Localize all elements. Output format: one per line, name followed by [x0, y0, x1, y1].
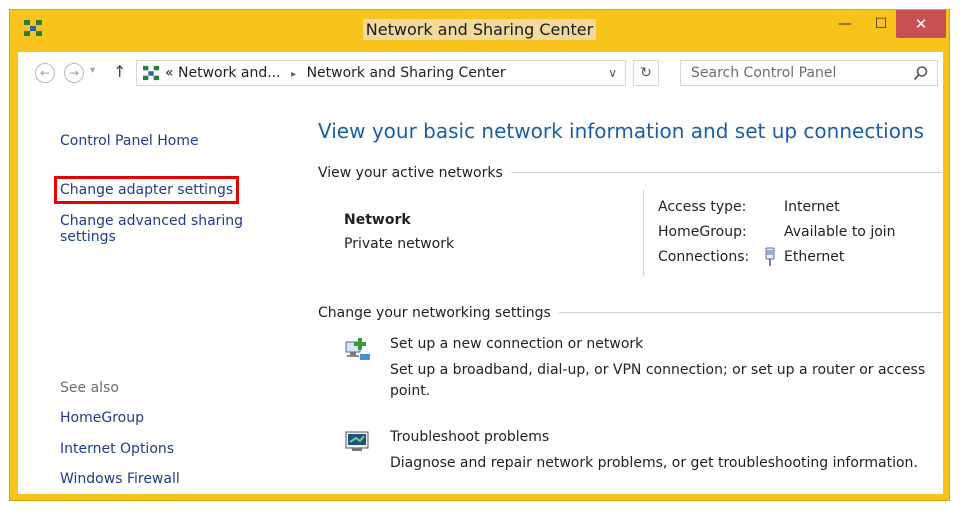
address-bar[interactable]: « Network and... ▸ Network and Sharing C…: [136, 60, 626, 86]
access-type-value: Internet: [784, 199, 840, 215]
sidebar-item-change-adapter-settings[interactable]: Change adapter settings: [53, 176, 240, 204]
task-new-connection-desc: point.: [390, 383, 431, 399]
window-title: Network and Sharing Center: [10, 19, 949, 40]
sidebar-item-internet-options[interactable]: Internet Options: [60, 441, 174, 457]
ethernet-link[interactable]: Ethernet: [784, 249, 844, 265]
breadcrumb: « Network and... ▸ Network and Sharing C…: [165, 65, 506, 81]
new-connection-icon: [345, 338, 370, 360]
minimize-button[interactable]: —: [830, 10, 860, 38]
homegroup-link[interactable]: Available to join: [784, 224, 896, 240]
network-name: Network: [344, 212, 411, 228]
up-button[interactable]: ↑: [113, 62, 126, 81]
sidebar-item-label: settings: [60, 229, 116, 245]
network-type: Private network: [344, 236, 455, 252]
address-dropdown-icon[interactable]: ∨: [608, 66, 617, 80]
active-networks-section: View your active networks: [318, 162, 942, 182]
task-troubleshoot-desc: Diagnose and repair network problems, or…: [390, 455, 918, 471]
recent-locations-dropdown[interactable]: ▾: [90, 65, 95, 76]
sidebar-item-control-panel-home[interactable]: Control Panel Home: [60, 133, 199, 149]
title-bar[interactable]: Network and Sharing Center — ☐ ✕: [10, 10, 949, 50]
breadcrumb-item-sharing-center[interactable]: Network and Sharing Center: [307, 65, 506, 81]
sidebar-item-homegroup[interactable]: HomeGroup: [60, 410, 144, 426]
access-type-label: Access type:: [658, 199, 747, 215]
network-center-icon: [143, 65, 159, 81]
homegroup-label: HomeGroup:: [658, 224, 747, 240]
sidebar-item-windows-firewall[interactable]: Windows Firewall: [60, 471, 180, 487]
refresh-button[interactable]: ↻: [633, 60, 659, 86]
troubleshoot-icon: [345, 431, 369, 451]
task-troubleshoot-link[interactable]: Troubleshoot problems: [390, 429, 549, 445]
section-heading: Change your networking settings: [318, 305, 559, 321]
forward-button[interactable]: →: [64, 63, 84, 83]
breadcrumb-item-network[interactable]: Network and...: [178, 65, 281, 81]
breadcrumb-overflow[interactable]: «: [165, 65, 174, 81]
divider: [643, 190, 644, 276]
task-new-connection-desc: Set up a broadband, dial-up, or VPN conn…: [390, 362, 926, 378]
ethernet-icon: [765, 247, 775, 266]
back-button[interactable]: ←: [35, 63, 55, 83]
search-placeholder: Search Control Panel: [691, 65, 837, 81]
maximize-button[interactable]: ☐: [866, 10, 896, 38]
page-title: View your basic network information and …: [318, 119, 925, 143]
change-settings-section: Change your networking settings: [318, 302, 942, 322]
search-input[interactable]: Search Control Panel: [680, 60, 938, 86]
close-button[interactable]: ✕: [896, 10, 946, 38]
section-heading: View your active networks: [318, 165, 511, 181]
connections-label: Connections:: [658, 249, 750, 265]
sidebar-item-change-advanced-sharing[interactable]: Change advanced sharing settings: [60, 213, 243, 245]
navigation-bar: ← → ▾ ↑ « Network and... ▸ Network and S…: [18, 52, 943, 96]
see-also-heading: See also: [60, 380, 119, 396]
content-area: Control Panel Home Change adapter settin…: [18, 96, 943, 494]
window-frame: Network and Sharing Center — ☐ ✕ ← → ▾ ↑…: [9, 9, 950, 501]
breadcrumb-separator-icon[interactable]: ▸: [291, 69, 296, 80]
task-new-connection-link[interactable]: Set up a new connection or network: [390, 336, 643, 352]
sidebar-item-label: Change advanced sharing: [60, 213, 244, 229]
search-icon[interactable]: [913, 65, 929, 81]
